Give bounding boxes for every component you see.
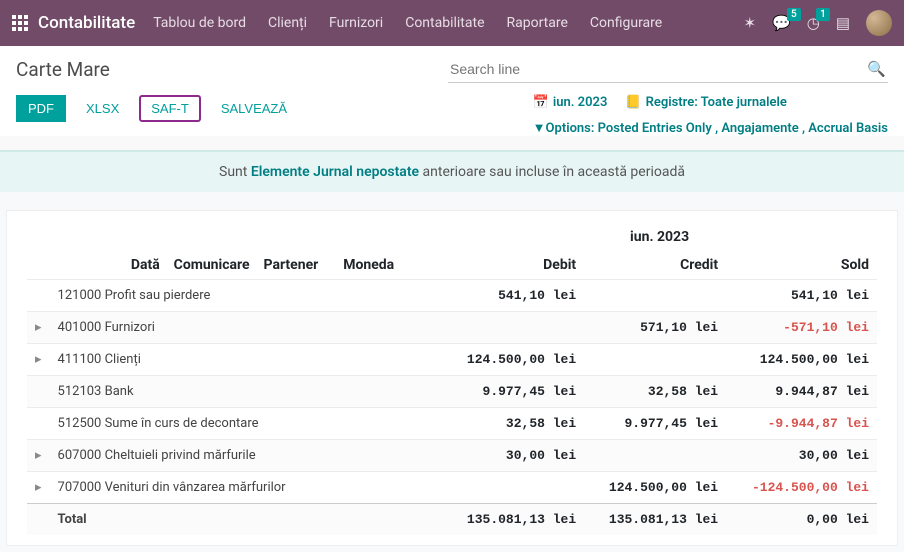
table-row[interactable]: ▸607000 Cheltuieli privind mărfurile 30,0…	[27, 440, 877, 472]
apps-icon[interactable]	[12, 15, 28, 31]
menu-customers[interactable]: Clienți	[268, 15, 307, 31]
debit-cell: 30,00 lei	[442, 440, 584, 472]
account-name: 512103 Bank	[50, 376, 327, 408]
credit-cell	[584, 440, 726, 472]
expand-caret-icon	[27, 408, 50, 440]
search-input[interactable]	[450, 61, 867, 77]
expand-caret-icon[interactable]: ▸	[27, 312, 50, 344]
balance-cell: -124.500,00 lei	[726, 472, 877, 504]
debit-cell	[442, 472, 584, 504]
menu-dashboard[interactable]: Tablou de bord	[153, 15, 246, 31]
period-header: iun. 2023	[442, 229, 877, 251]
expand-caret-icon[interactable]: ▸	[27, 472, 50, 504]
expand-caret-icon	[27, 376, 50, 408]
book-icon: 📒	[625, 95, 641, 110]
search-icon[interactable]: 🔍	[867, 60, 886, 78]
account-name: 607000 Cheltuieli privind mărfurile	[50, 440, 327, 472]
credit-cell: 124.500,00 lei	[584, 472, 726, 504]
topbar-right: ✶ 💬5 ◷1 ▤	[743, 10, 892, 36]
topbar: Contabilitate Tablou de bord Clienți Fur…	[0, 0, 904, 46]
filter-icon: ▼	[533, 121, 546, 136]
xlsx-button[interactable]: XLSX	[76, 95, 129, 122]
messages-icon[interactable]: 💬5	[772, 14, 791, 32]
app-name[interactable]: Contabilitate	[38, 13, 135, 33]
save-button[interactable]: SALVEAZĂ	[211, 95, 297, 122]
balance-cell: 9.944,87 lei	[726, 376, 877, 408]
credit-cell: 571,10 lei	[584, 312, 726, 344]
docs-icon[interactable]: ▤	[836, 14, 850, 32]
table-row[interactable]: 121000 Profit sau pierdere 541,10 lei 541,…	[27, 280, 877, 312]
debit-cell: 541,10 lei	[442, 280, 584, 312]
credit-cell	[584, 344, 726, 376]
main-menu: Tablou de bord Clienți Furnizori Contabi…	[153, 15, 662, 31]
menu-vendors[interactable]: Furnizori	[329, 15, 383, 31]
total-debit: 135.081,13 lei	[442, 504, 584, 536]
account-name: 401000 Furnizori	[50, 312, 327, 344]
col-credit: Credit	[584, 251, 726, 280]
col-debit: Debit	[442, 251, 584, 280]
saft-button[interactable]: SAF-T	[139, 95, 201, 122]
search-box[interactable]: 🔍	[448, 56, 888, 83]
expand-caret-icon[interactable]: ▸	[27, 440, 50, 472]
debit-cell: 124.500,00 lei	[442, 344, 584, 376]
avatar[interactable]	[866, 10, 892, 36]
menu-configuration[interactable]: Configurare	[590, 15, 662, 31]
credit-cell: 9.977,45 lei	[584, 408, 726, 440]
expand-caret-icon[interactable]: ▸	[27, 344, 50, 376]
journals-filter[interactable]: 📒Registre: Toate jurnalele	[625, 95, 786, 110]
debit-cell	[442, 312, 584, 344]
options-filter[interactable]: ▼Options: Posted Entries Only , Angajame…	[533, 120, 888, 136]
col-date: Dată	[131, 257, 160, 273]
bug-icon[interactable]: ✶	[743, 14, 756, 32]
period-filter[interactable]: 📅iun. 2023	[533, 95, 608, 110]
table-row[interactable]: ▸707000 Venituri din vânzarea mărfurilor…	[27, 472, 877, 504]
menu-accounting[interactable]: Contabilitate	[405, 15, 484, 31]
banner-link[interactable]: Elemente Jurnal nepostate	[251, 164, 419, 180]
table-row[interactable]: 512103 Bank 9.977,45 lei32,58 lei9.944,87…	[27, 376, 877, 408]
calendar-icon: 📅	[533, 95, 549, 110]
total-row: Total135.081,13 lei135.081,13 lei0,00 le…	[27, 504, 877, 536]
credit-cell	[584, 280, 726, 312]
expand-caret-icon	[27, 280, 50, 312]
warning-banner[interactable]: Sunt Elemente Jurnal nepostate anterioar…	[0, 150, 904, 192]
balance-cell: 30,00 lei	[726, 440, 877, 472]
debit-cell: 32,58 lei	[442, 408, 584, 440]
col-balance: Sold	[726, 251, 877, 280]
account-name: 707000 Venituri din vânzarea mărfurilor	[50, 472, 327, 504]
content-header: Carte Mare 🔍 PDF XLSX SAF-T SALVEAZĂ 📅iu…	[0, 46, 904, 136]
balance-cell: 541,10 lei	[726, 280, 877, 312]
menu-reporting[interactable]: Raportare	[507, 15, 568, 31]
table-row[interactable]: 512500 Sume în curs de decontare 32,58 le…	[27, 408, 877, 440]
balance-cell: -571,10 lei	[726, 312, 877, 344]
credit-cell: 32,58 lei	[584, 376, 726, 408]
total-balance: 0,00 lei	[726, 504, 877, 536]
total-credit: 135.081,13 lei	[584, 504, 726, 536]
filter-panel: 📅iun. 2023 📒Registre: Toate jurnalele ▼O…	[533, 95, 888, 136]
action-buttons: PDF XLSX SAF-T SALVEAZĂ	[16, 95, 297, 122]
total-label: Total	[50, 504, 327, 536]
ledger-table: iun. 2023 Dată Comunicare Partener Moned…	[27, 229, 877, 535]
activities-badge: 1	[816, 8, 830, 21]
table-row[interactable]: ▸401000 Furnizori 571,10 lei-571,10 lei	[27, 312, 877, 344]
messages-badge: 5	[787, 8, 801, 21]
col-partner: Partener	[264, 257, 319, 273]
table-row[interactable]: ▸411100 Clienți 124.500,00 lei 124.500,00 …	[27, 344, 877, 376]
col-currency: Moneda	[326, 251, 402, 280]
pdf-button[interactable]: PDF	[16, 95, 66, 122]
balance-cell: 124.500,00 lei	[726, 344, 877, 376]
report-area: iun. 2023 Dată Comunicare Partener Moned…	[0, 192, 904, 552]
debit-cell: 9.977,45 lei	[442, 376, 584, 408]
col-comm: Comunicare	[174, 257, 250, 273]
page-title: Carte Mare	[16, 58, 110, 81]
account-name: 121000 Profit sau pierdere	[50, 280, 327, 312]
account-name: 411100 Clienți	[50, 344, 327, 376]
balance-cell: -9.944,87 lei	[726, 408, 877, 440]
account-name: 512500 Sume în curs de decontare	[50, 408, 327, 440]
activities-icon[interactable]: ◷1	[807, 14, 820, 32]
